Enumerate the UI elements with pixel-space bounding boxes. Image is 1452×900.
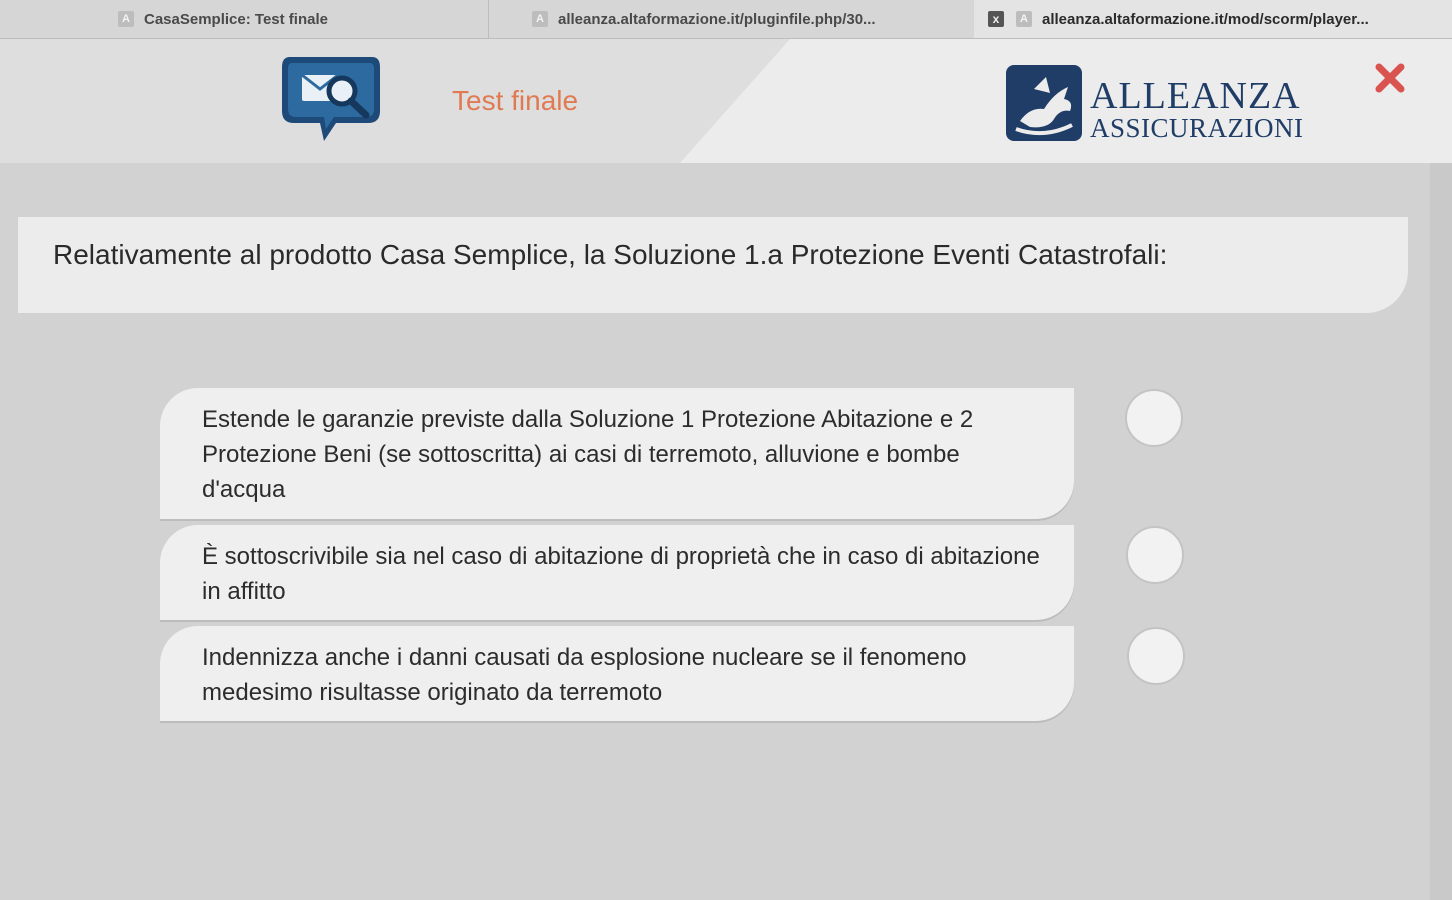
answer-option-1[interactable]: Estende le garanzie previste dalla Soluz… <box>160 388 1074 519</box>
answer-option-3[interactable]: Indennizza anche i danni causati da espl… <box>160 626 1074 721</box>
favicon-icon: A <box>118 11 134 27</box>
quiz-content: Relativamente al prodotto Casa Semplice,… <box>0 163 1430 900</box>
question-box: Relativamente al prodotto Casa Semplice,… <box>18 217 1408 313</box>
tab-title: alleanza.altaformazione.it/pluginfile.ph… <box>558 10 876 28</box>
tab-pluginfile[interactable]: A alleanza.altaformazione.it/pluginfile.… <box>532 0 972 38</box>
answer-radio-3[interactable] <box>1127 627 1185 685</box>
answer-text: È sottoscrivibile sia nel caso di abitaz… <box>202 543 1040 605</box>
tab-scorm-player[interactable]: x A alleanza.altaformazione.it/mod/scorm… <box>974 0 1452 38</box>
answer-radio-2[interactable] <box>1126 526 1184 584</box>
tab-casasemplice[interactable]: A CasaSemplice: Test finale <box>118 0 489 38</box>
favicon-icon: A <box>1016 11 1032 27</box>
answer-radio-1[interactable] <box>1125 389 1183 447</box>
speech-bubble-magnifier-icon <box>282 57 380 141</box>
course-header: Test finale ALLEANZA ASSICURAZIONI <box>0 39 1452 163</box>
answer-option-2[interactable]: È sottoscrivibile sia nel caso di abitaz… <box>160 525 1074 620</box>
horse-rider-emblem-icon <box>1006 65 1082 141</box>
tab-title: CasaSemplice: Test finale <box>144 10 328 28</box>
answer-text: Indennizza anche i danni causati da espl… <box>202 644 967 706</box>
question-text: Relativamente al prodotto Casa Semplice,… <box>53 239 1168 270</box>
logo-line1: ALLEANZA <box>1090 75 1301 117</box>
tab-close-icon[interactable]: x <box>988 11 1004 27</box>
tab-title: alleanza.altaformazione.it/mod/scorm/pla… <box>1042 10 1369 28</box>
logo-line2: ASSICURAZIONI <box>1090 113 1304 143</box>
page-edge <box>1430 163 1452 900</box>
answer-text: Estende le garanzie previste dalla Soluz… <box>202 406 974 503</box>
alleanza-logo: ALLEANZA ASSICURAZIONI <box>1004 63 1304 145</box>
browser-tab-bar: A CasaSemplice: Test finale A alleanza.a… <box>0 0 1452 39</box>
favicon-icon: A <box>532 11 548 27</box>
close-icon[interactable] <box>1373 61 1407 95</box>
page-title: Test finale <box>452 85 579 116</box>
